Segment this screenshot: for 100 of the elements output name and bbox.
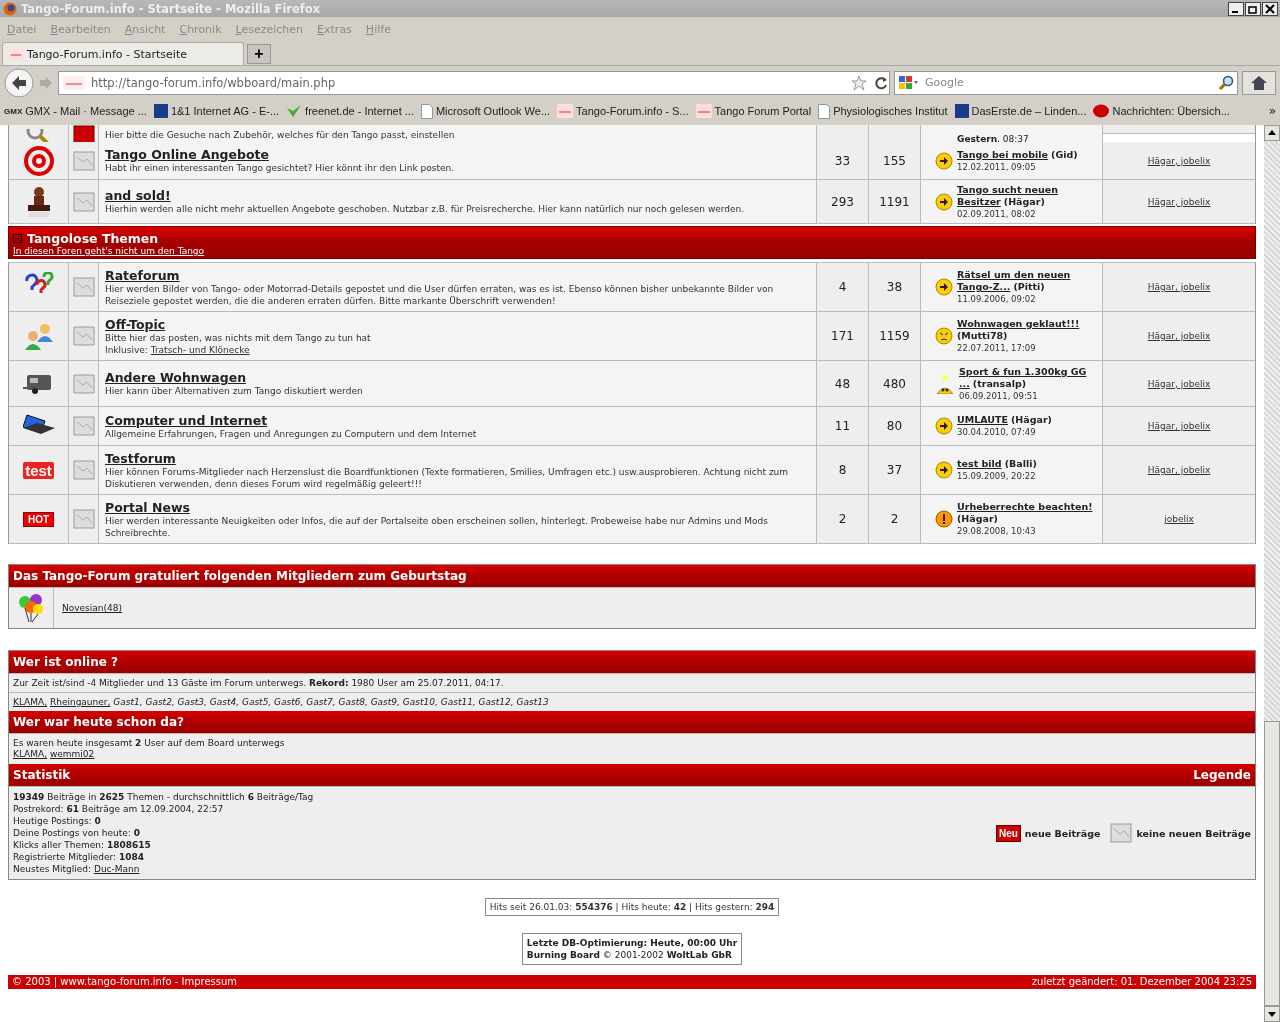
thread-count: 11	[834, 419, 851, 433]
moderator-links[interactable]: Hägar, jobelix	[1147, 331, 1211, 341]
bookmark-item[interactable]: DasErste.de – Linden...	[954, 104, 1087, 118]
guest-name: Gast11,	[440, 697, 476, 707]
legend-label: neue Beiträge	[1024, 827, 1101, 839]
moderator-links[interactable]: Hägar, jobelix	[1147, 378, 1211, 389]
forum-title-link[interactable]: and sold!	[105, 188, 171, 203]
guest-name: Gast8,	[338, 697, 368, 707]
forum-title-link[interactable]: Andere Wohnwagen	[105, 370, 247, 385]
subforum-line: Inklusive: Tratsch- und Klönecke	[105, 343, 250, 356]
post-count: 2	[890, 512, 899, 526]
subforum-link[interactable]: Tratsch- und Klönecke	[150, 344, 250, 355]
bookmark-item[interactable]: Physiologisches Institut	[818, 103, 948, 119]
new-tab-button[interactable]: +	[247, 44, 271, 64]
moderator-links[interactable]: Hägar, jobelix	[1147, 196, 1211, 207]
browser-tab[interactable]: Tango-Forum.info - Startseite	[2, 42, 244, 65]
moderator-links[interactable]: jobelix	[1164, 514, 1194, 524]
bookmark-item[interactable]: GMX GMX - Mail · Message ...	[4, 105, 147, 117]
category-subtitle-link[interactable]: In diesen Foren geht's nicht um den Tango	[13, 246, 1251, 256]
forum-title-link[interactable]: Testforum	[105, 450, 176, 466]
forum-description: Bitte hier das posten, was nichts mit dem Tango zu tun hat	[105, 332, 371, 344]
post-count: 80	[886, 419, 903, 433]
statistic-line: Postrekord: 61 Beiträge am 12.09.2004, 22:57	[13, 803, 225, 815]
post-count: 155	[883, 153, 906, 168]
hit-counter: Hits seit 26.01.03: 554376 | Hits heute: 42 | Hits gestern: 294	[484, 898, 780, 916]
close-icon[interactable]	[1262, 1, 1278, 16]
legend-title: Legende	[1193, 768, 1251, 782]
category-title: Tangolose Themen	[27, 231, 159, 246]
moderator-links[interactable]: Hägar, jobelix	[1147, 155, 1211, 166]
reload-icon[interactable]	[873, 74, 889, 91]
no-new-posts-icon	[1110, 823, 1133, 843]
forum-title-link[interactable]: Rateforum	[105, 267, 180, 283]
address-bar[interactable]: http://tango-forum.info/wbboard/main.php	[58, 70, 890, 95]
post-count: 37	[886, 463, 903, 477]
back-button-icon[interactable]	[4, 67, 34, 98]
lightbulb-smiley-icon	[935, 373, 955, 394]
square-logo-icon	[153, 104, 168, 118]
forum-description: Hierhin werden alle nicht mehr aktuellen Angebote geschoben. Nutzbar z.B. für Preisrecherche. Hier kann natürlich nur noch gelesen werden.	[105, 203, 745, 215]
thread-count: 4	[838, 280, 847, 294]
forum-title-link[interactable]: Off-Topic	[105, 316, 166, 332]
guest-name: Gast10,	[402, 697, 438, 707]
collapse-icon[interactable]	[13, 234, 22, 243]
bookmark-item[interactable]: freenet.de - Internet ...	[286, 104, 414, 118]
scroll-up-icon[interactable]	[1264, 125, 1280, 141]
guest-name: Gast4,	[209, 697, 240, 707]
home-button[interactable]	[1242, 70, 1276, 95]
statistic-line: 19349 Beiträge in 2625 Themen - durchschnittlich 6 Beiträge/Tag	[13, 791, 314, 803]
today-summary: Es waren heute insgesamt 2 User auf dem Board unterwegs	[13, 738, 285, 748]
member-link[interactable]: wemmi02	[49, 749, 95, 759]
test-logo: test	[23, 461, 54, 479]
member-link[interactable]: KLAMA,	[13, 697, 48, 707]
guest-name: Gast7,	[306, 697, 336, 707]
forum-description: Hier können Forums-Mitglieder nach Herzenslust die Boardfunktionen (Texte formatieren, Smilies, Umfragen etc.) usw.ausprobieren. Achtung nicht zum Diskutieren verwenden, denn dieses Forum wird regelmäßig geleert!!!	[105, 465, 790, 490]
member-link[interactable]: Novesian(48)	[62, 603, 122, 613]
newest-member-label: Neustes Mitglied:	[13, 864, 92, 874]
guest-name: Gast1,	[113, 697, 143, 707]
forum-description: Hier werden Bilder von Tango- oder Motorrad-Details gepostet und die User dürfen erraten, was es ist. Ebenso können bisher unbekannte Bilder von Reiseziele gepostet werden, die die anderen erraten dürfen. Bitte markante Überschrift verwenden!	[105, 282, 775, 307]
statistic-line: Klicks aller Themen: 1808615	[13, 839, 152, 851]
page-icon	[818, 103, 831, 119]
member-link[interactable]: Rheingauner,	[49, 697, 111, 707]
search-icon[interactable]	[1218, 74, 1234, 91]
firefox-logo-icon	[3, 1, 17, 16]
site-favicon-icon	[9, 49, 23, 59]
window-title: Tango-Forum.info - Startseite - Mozilla Firefox	[21, 1, 321, 16]
forum-title-link[interactable]: Portal News	[105, 499, 190, 515]
thread-count: 8	[838, 463, 847, 477]
google-logo-icon	[898, 74, 918, 91]
moderator-links[interactable]: Hägar, jobelix	[1147, 421, 1211, 431]
forum-title-link[interactable]: Tango Online Angebote	[105, 147, 269, 162]
guest-name: Gast2,	[145, 697, 175, 707]
restore-icon[interactable]	[1245, 1, 1261, 16]
scrollbar-thumb[interactable]	[1264, 721, 1280, 1006]
thread-count: 171	[831, 329, 854, 343]
thread-count: 33	[834, 153, 851, 168]
statistic-line: Heutige Postings: 0	[13, 815, 102, 827]
member-link[interactable]: KLAMA,	[13, 749, 48, 759]
footer-credit: Letzte DB-Optimierung: Heute, 00:00 Uhr	[526, 937, 738, 949]
moderator-links[interactable]: Hägar, jobelix	[1147, 282, 1211, 292]
scroll-down-icon[interactable]	[1264, 1006, 1280, 1022]
bookmark-item[interactable]: Tango-Forum.info - S...	[557, 104, 689, 118]
bookmark-item[interactable]: Nachrichten: Übersich...	[1093, 104, 1230, 118]
forum-title-link[interactable]: Computer und Internet	[105, 412, 268, 428]
guest-name: Gast9,	[370, 697, 400, 707]
minimize-icon[interactable]	[1228, 1, 1244, 16]
bookmark-item[interactable]: Tango Forum Portal	[695, 104, 812, 118]
bookmark-item[interactable]: 1&1 Internet AG - E-...	[153, 104, 280, 118]
post-count: 480	[883, 376, 906, 391]
member-link[interactable]: Duc-Mann	[93, 864, 140, 874]
search-field[interactable]: Google	[894, 70, 1238, 95]
guest-name: Gast5,	[241, 697, 272, 707]
forum-description: Allgemeine Erfahrungen, Fragen und Anregungen zu Computern und dem Internet	[105, 428, 477, 440]
home-icon	[1250, 74, 1268, 91]
bookmark-item[interactable]: Microsoft Outlook We...	[420, 103, 551, 119]
thread-count: 293	[831, 194, 854, 209]
star-icon[interactable]	[851, 74, 867, 91]
statistic-line: Deine Postings von heute: 0	[13, 827, 141, 839]
online-summary: Zur Zeit ist/sind -4 Mitglieder und 13 Gäste im Forum unterwegs. Rekord: 1980 User am 25.07.2011, 04:17.	[9, 673, 1255, 692]
more-bookmarks-button[interactable]: »	[1268, 104, 1276, 118]
guest-name: Gast12,	[478, 697, 514, 707]
moderator-links[interactable]: Hägar, jobelix	[1147, 465, 1211, 475]
